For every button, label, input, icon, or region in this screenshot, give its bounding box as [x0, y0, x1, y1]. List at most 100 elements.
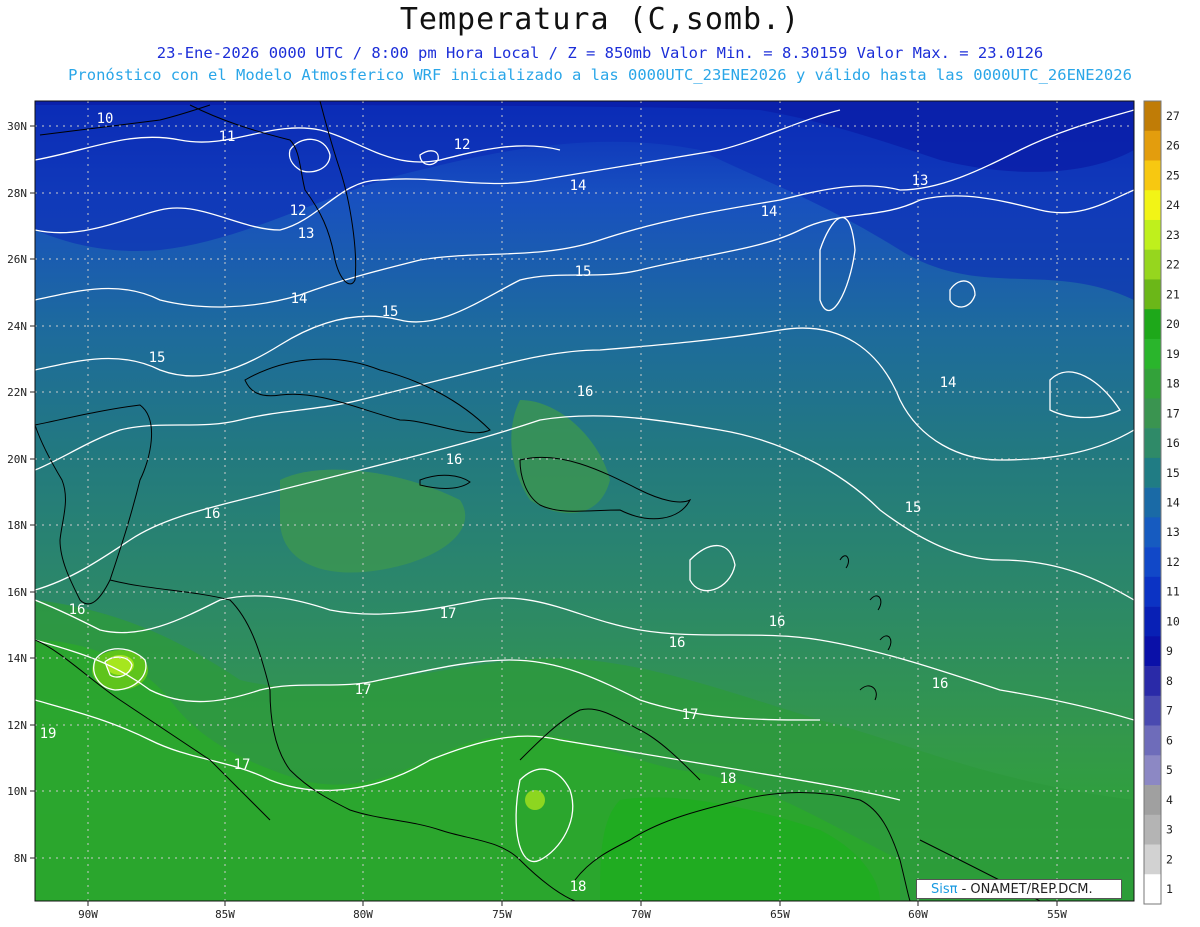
colorbar-label: 15 — [1166, 466, 1180, 480]
isotherm-label: 14 — [570, 178, 587, 194]
colorbar-label: 7 — [1166, 704, 1173, 718]
colorbar-swatch — [1144, 725, 1161, 756]
colorbar-label: 13 — [1166, 525, 1180, 539]
colorbar-swatch — [1144, 517, 1161, 548]
colorbar-label: 14 — [1166, 496, 1180, 510]
colorbar-label: 11 — [1166, 585, 1180, 599]
colorbar-swatch — [1144, 249, 1161, 280]
isotherm-label: 13 — [298, 226, 315, 242]
lat-tick-label: 24N — [7, 320, 27, 333]
colorbar-label: 24 — [1166, 198, 1180, 212]
lon-tick-label: 65W — [770, 908, 790, 921]
colorbar-label: 6 — [1166, 733, 1173, 747]
lon-tick-label: 70W — [631, 908, 651, 921]
colorbar-swatch — [1144, 874, 1161, 905]
isotherm-label: 15 — [382, 304, 399, 320]
colorbar-swatch — [1144, 666, 1161, 697]
colorbar-label: 17 — [1166, 406, 1180, 420]
isotherm-label: 15 — [149, 350, 166, 366]
colorbar-swatch — [1144, 576, 1161, 607]
colorbar-label: 21 — [1166, 287, 1180, 301]
colorbar-swatch — [1144, 755, 1161, 786]
lat-tick-label: 10N — [7, 785, 27, 798]
isotherm-label: 16 — [932, 676, 949, 692]
colorbar-label: 20 — [1166, 317, 1180, 331]
colorbar-swatch — [1144, 844, 1161, 875]
isotherm-label: 14 — [761, 204, 778, 220]
colorbar-swatch — [1144, 428, 1161, 459]
colorbar-label: 10 — [1166, 614, 1180, 628]
colorbar-legend: 2726252423222120191817161514131211109876… — [1143, 100, 1180, 905]
colorbar-label: 8 — [1166, 674, 1173, 688]
colorbar-swatch — [1144, 338, 1161, 369]
isotherm-label: 17 — [355, 682, 372, 698]
isotherm-label: 18 — [720, 771, 737, 787]
lat-tick-label: 12N — [7, 719, 27, 732]
colorbar-swatch — [1144, 695, 1161, 726]
lat-tick-label: 16N — [7, 586, 27, 599]
colorbar-label: 3 — [1166, 823, 1173, 837]
lat-tick-label: 18N — [7, 519, 27, 532]
isotherm-label: 16 — [577, 384, 594, 400]
temperature-field — [35, 101, 1134, 901]
isotherm-label: 16 — [769, 614, 786, 630]
isotherm-label: 15 — [575, 264, 592, 280]
colorbar-label: 23 — [1166, 228, 1180, 242]
colorbar-label: 25 — [1166, 168, 1180, 182]
colorbar-swatch — [1144, 457, 1161, 488]
longitude-axis: 90W 85W 80W 75W 70W 65W 60W 55W — [78, 901, 1067, 921]
lat-tick-label: 28N — [7, 187, 27, 200]
colorbar-swatch — [1144, 487, 1161, 518]
isotherm-label: 16 — [446, 452, 463, 468]
colorbar-swatch — [1144, 309, 1161, 340]
isotherm-label: 12 — [290, 203, 307, 219]
colorbar-label: 27 — [1166, 109, 1180, 123]
lat-tick-label: 30N — [7, 120, 27, 133]
isotherm-label: 14 — [940, 375, 957, 391]
isotherm-label: 12 — [454, 137, 471, 153]
colorbar-swatch — [1144, 101, 1161, 132]
map-canvas: 30N 28N 26N 24N 22N 20N 18N 16N 14N 12N 10N 8N 90W 8… — [7, 100, 1180, 921]
colorbar-swatch — [1144, 547, 1161, 578]
colorbar-swatch — [1144, 130, 1161, 161]
lon-tick-label: 80W — [353, 908, 373, 921]
colorbar-label: 16 — [1166, 436, 1180, 450]
lat-tick-label: 22N — [7, 386, 27, 399]
lon-tick-label: 55W — [1047, 908, 1067, 921]
isotherm-label: 15 — [905, 500, 922, 516]
isotherm-label: 17 — [440, 606, 457, 622]
colorbar-swatch — [1144, 398, 1161, 429]
colorbar-swatch — [1144, 279, 1161, 310]
isotherm-label: 10 — [97, 111, 114, 127]
colorbar-label: 5 — [1166, 763, 1173, 777]
isotherm-label: 18 — [570, 879, 587, 895]
isotherm-label: 16 — [669, 635, 686, 651]
isotherm-label: 17 — [682, 707, 699, 723]
colorbar-label: 19 — [1166, 347, 1180, 361]
colorbar-swatch — [1144, 160, 1161, 191]
colorbar-label: 4 — [1166, 793, 1173, 807]
credit-text: - ONAMET/REP.DCM. — [957, 882, 1093, 897]
lon-tick-label: 60W — [908, 908, 928, 921]
colorbar-swatch — [1144, 814, 1161, 845]
isotherm-label: 17 — [234, 757, 251, 773]
isotherm-label: 11 — [219, 129, 236, 145]
lon-tick-label: 75W — [492, 908, 512, 921]
lon-tick-label: 85W — [215, 908, 235, 921]
isotherm-label: 13 — [912, 173, 929, 189]
lat-tick-label: 20N — [7, 453, 27, 466]
isotherm-label: 16 — [69, 602, 86, 618]
colorbar-swatch — [1144, 368, 1161, 399]
colorbar-label: 9 — [1166, 644, 1173, 658]
lat-tick-label: 26N — [7, 253, 27, 266]
latitude-axis: 30N 28N 26N 24N 22N 20N 18N 16N 14N 12N 10N 8N — [7, 120, 35, 865]
colorbar-swatch — [1144, 190, 1161, 221]
isotherm-label: 16 — [204, 506, 221, 522]
lat-tick-label: 14N — [7, 652, 27, 665]
credit-box: Sisπ - ONAMET/REP.DCM. — [916, 879, 1122, 899]
colorbar-swatch — [1144, 636, 1161, 667]
colorbar-label: 2 — [1166, 852, 1173, 866]
colorbar-label: 12 — [1166, 555, 1180, 569]
lat-tick-label: 8N — [14, 852, 27, 865]
colorbar-label: 18 — [1166, 377, 1180, 391]
